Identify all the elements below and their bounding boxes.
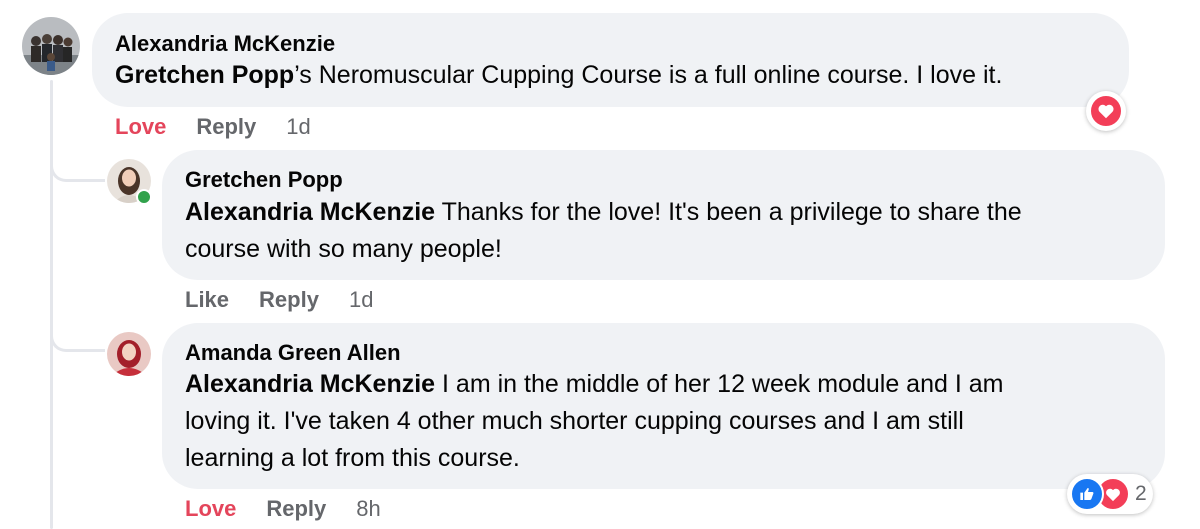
comment-body: ’s Neromuscular Cupping Course is a full…: [294, 61, 1003, 89]
reply-button[interactable]: Reply: [196, 114, 256, 140]
comment-actions: Love Reply 1d: [115, 114, 341, 140]
thread-branch: [50, 326, 105, 352]
love-button[interactable]: Love: [185, 496, 236, 522]
reply-button[interactable]: Reply: [266, 496, 326, 522]
mention-link[interactable]: Alexandria McKenzie: [185, 370, 435, 398]
thread-branch: [50, 156, 105, 182]
like-button[interactable]: Like: [185, 287, 229, 313]
mention-link[interactable]: Gretchen Popp: [115, 61, 294, 89]
comment-text: Gretchen Popp’s Neromuscular Cupping Cou…: [115, 57, 1002, 94]
timestamp[interactable]: 1d: [349, 287, 373, 313]
comment-author[interactable]: Amanda Green Allen: [185, 340, 401, 366]
reply-button[interactable]: Reply: [259, 287, 319, 313]
reaction-summary[interactable]: [1086, 91, 1126, 131]
heart-icon: [1089, 94, 1123, 128]
comment-text: Alexandria McKenzie Thanks for the love!…: [185, 194, 1155, 268]
online-status-icon: [136, 189, 152, 205]
avatar[interactable]: [107, 332, 151, 376]
love-button[interactable]: Love: [115, 114, 166, 140]
comment-body-line: course with so many people!: [185, 235, 502, 263]
comment-body-line: Thanks for the love! It's been a privile…: [435, 198, 1022, 226]
like-icon: [1070, 477, 1104, 511]
reaction-summary[interactable]: 2: [1067, 474, 1153, 514]
comment-actions: Like Reply 1d: [185, 287, 403, 313]
reaction-count: 2: [1135, 482, 1147, 505]
comment-actions: Love Reply 8h: [185, 496, 411, 522]
avatar[interactable]: [22, 17, 80, 75]
thread-line: [50, 80, 53, 529]
comment-body-line: learning a lot from this course.: [185, 444, 520, 472]
comment-text: Alexandria McKenzie I am in the middle o…: [185, 366, 1155, 477]
comment-body-line: loving it. I've taken 4 other much short…: [185, 407, 964, 435]
comment-body-line: I am in the middle of her 12 week module…: [435, 370, 1004, 398]
mention-link[interactable]: Alexandria McKenzie: [185, 198, 435, 226]
timestamp[interactable]: 1d: [286, 114, 310, 140]
comment-author[interactable]: Alexandria McKenzie: [115, 31, 335, 57]
comment-author[interactable]: Gretchen Popp: [185, 167, 343, 193]
timestamp[interactable]: 8h: [356, 496, 380, 522]
